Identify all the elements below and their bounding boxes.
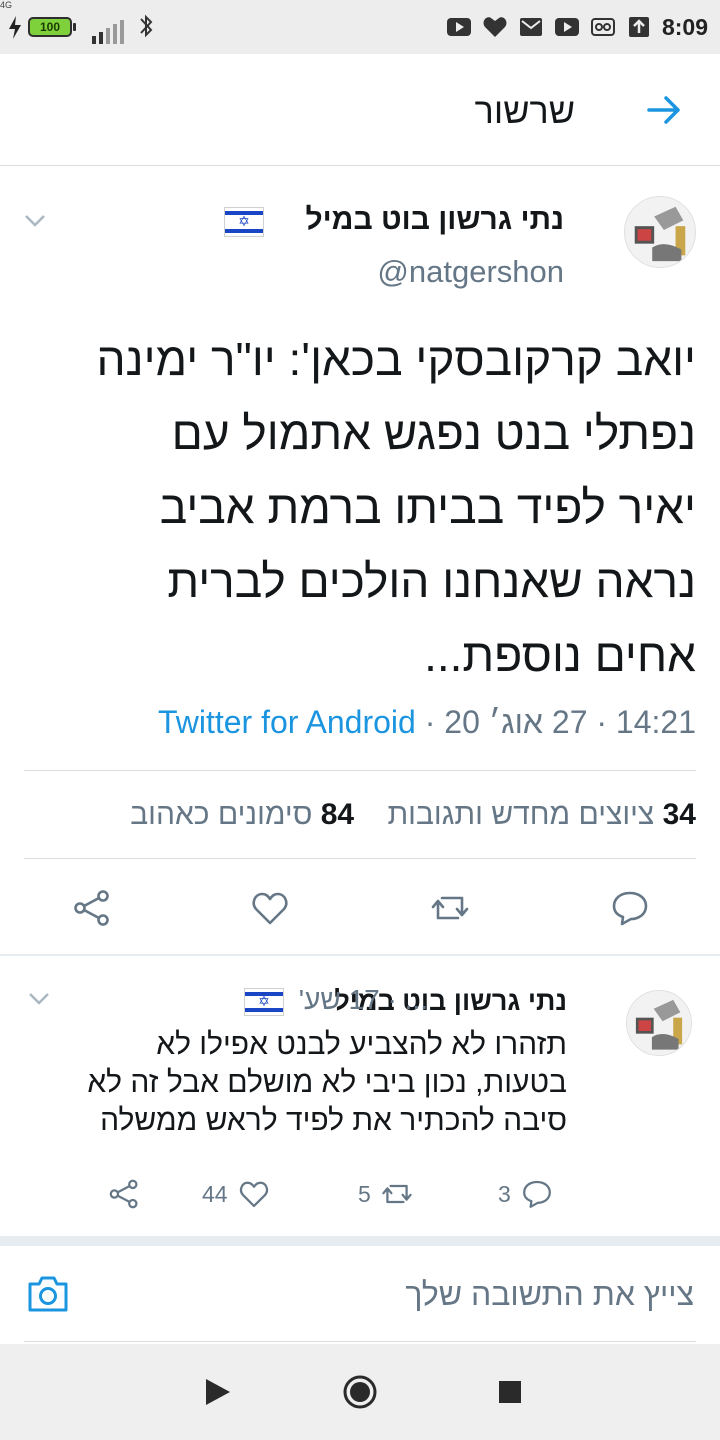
meta-separator: · <box>415 704 436 740</box>
retweets-stat[interactable]: 34 ציוצים מחדש ותגובות <box>387 798 696 831</box>
likes-stat[interactable]: 84 סימונים כאהוב <box>130 798 354 831</box>
israel-flag-icon: ✡ <box>244 988 284 1016</box>
share-icon <box>108 1178 140 1210</box>
heart-icon <box>238 1178 270 1210</box>
author-name[interactable]: נתי גרשון בוט במיל <box>305 203 564 237</box>
avatar[interactable] <box>624 196 696 268</box>
divider <box>24 770 696 771</box>
arrow-right-icon[interactable] <box>646 92 682 128</box>
thread-separator <box>0 954 720 956</box>
likes-label: סימונים כאהוב <box>130 798 313 831</box>
heart-notification-icon <box>482 0 508 54</box>
reply-text-line: תזהרו לא להצביע לבנט אפילו לא <box>156 1028 567 1061</box>
youtube-icon <box>446 0 472 54</box>
reply-input[interactable]: צייץ את התשובה שלך <box>405 1276 694 1313</box>
retweet-count: 5 <box>358 1180 371 1207</box>
clock: 8:09 <box>661 13 708 40</box>
tweet-text-line: אחים נוספת... <box>424 629 696 681</box>
battery-indicator: 100 <box>28 17 76 37</box>
mail-icon <box>518 0 544 54</box>
divider <box>24 858 696 859</box>
heart-icon[interactable] <box>250 888 290 928</box>
compose-underline <box>24 1341 696 1342</box>
page-title: שרשור <box>474 90 575 131</box>
tweet-text-line: נראה שאנחנו הולכים לברית <box>167 555 696 607</box>
meta-separator: · <box>587 704 608 740</box>
status-bar: 100 4G 8:09 <box>0 0 720 54</box>
recents-nav-icon[interactable] <box>492 1374 528 1410</box>
reply-icon <box>521 1178 553 1210</box>
chevron-down-icon[interactable] <box>28 992 50 1006</box>
author-handle[interactable]: @natgershon <box>377 254 564 290</box>
tweet-text-line: יאיר לפיד בביתו ברמת אביב <box>159 481 696 533</box>
israel-flag-icon: ✡ <box>224 207 264 237</box>
signal-icon <box>90 6 130 60</box>
tweet-metadata: 14:21 · 27 אוג׳ 20 · Twitter for Android <box>158 704 696 741</box>
reply-reply-button[interactable]: 3 <box>498 1177 553 1211</box>
charging-icon <box>6 0 24 54</box>
retweets-label: ציוצים מחדש ותגובות <box>387 798 655 831</box>
reply-text-line: סיבה להכתיר את לפיד לראש ממשלה <box>100 1104 567 1137</box>
retweet-icon <box>381 1178 413 1210</box>
section-separator <box>0 1236 720 1246</box>
tweet-date: 27 אוג׳ 20 <box>444 704 588 740</box>
tweet-stats: 34 ציוצים מחדש ותגובות 84 סימונים כאהוב <box>130 798 696 832</box>
reply-retweet-button[interactable]: 5 <box>358 1177 413 1211</box>
system-navigation-bar <box>0 1344 720 1440</box>
voicemail-icon <box>590 0 616 54</box>
reply-text: תזהרו לא להצביע לבנט אפילו לא בטעות, נכו… <box>27 1026 567 1140</box>
tweet-source-link[interactable]: Twitter for Android <box>158 704 416 740</box>
chevron-down-icon[interactable] <box>24 214 46 228</box>
back-nav-icon[interactable] <box>200 1374 236 1410</box>
reply-share-button[interactable] <box>108 1177 140 1211</box>
reply-meta: ... · 17 שע' <box>298 984 428 1015</box>
tweet-text-line: יואב קרקובסקי בכאן': יו"ר ימינה <box>96 333 696 385</box>
reply-count: 3 <box>498 1180 511 1207</box>
tweet-text-line: נפתלי בנט נפגש אתמול עם <box>171 407 696 459</box>
bluetooth-icon <box>136 0 156 54</box>
thread-header: שרשור <box>0 54 720 166</box>
reply-like-button[interactable]: 44 <box>202 1177 270 1211</box>
likes-count: 84 <box>320 798 355 831</box>
camera-icon[interactable] <box>26 1274 70 1314</box>
tweet-text: יואב קרקובסקי בכאן': יו"ר ימינה נפתלי בנ… <box>24 322 696 692</box>
retweet-icon[interactable] <box>430 888 470 928</box>
reply-avatar[interactable] <box>626 990 692 1056</box>
reply-text-line: בטעות, נכון ביבי לא מושלם אבל זה לא <box>87 1066 567 1099</box>
home-nav-icon[interactable] <box>342 1374 378 1410</box>
share-icon[interactable] <box>72 888 112 928</box>
upload-icon <box>626 0 652 54</box>
compose-bar: צייץ את התשובה שלך <box>0 1246 720 1346</box>
tweet-time: 14:21 <box>615 704 696 740</box>
youtube-icon-2 <box>554 0 580 54</box>
like-count: 44 <box>202 1180 228 1207</box>
reply-icon[interactable] <box>610 888 650 928</box>
retweets-count: 34 <box>662 798 696 831</box>
